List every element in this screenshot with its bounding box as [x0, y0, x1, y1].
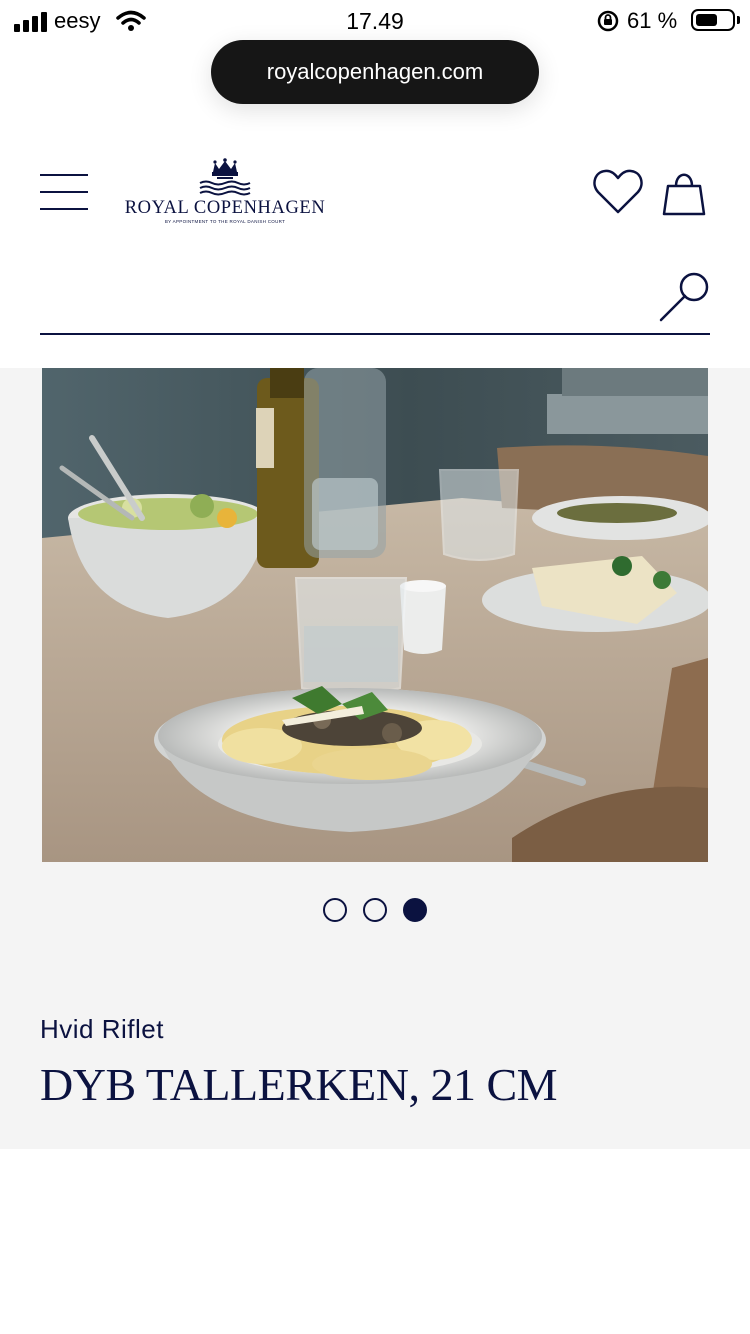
battery-tip	[737, 16, 740, 24]
search-icon[interactable]	[658, 270, 712, 324]
battery-percentage: 61 %	[627, 8, 678, 33]
carousel-dot-3[interactable]	[403, 898, 427, 922]
product-image[interactable]	[42, 368, 708, 862]
carousel-indicators	[0, 898, 750, 922]
crown-waves-icon	[199, 158, 251, 196]
carousel-dot-1[interactable]	[323, 898, 347, 922]
carousel-dot-2[interactable]	[363, 898, 387, 922]
product-collection[interactable]: Hvid Riflet	[40, 1014, 164, 1045]
url-bar[interactable]: royalcopenhagen.com	[211, 40, 539, 104]
brand-name: ROYAL COPENHAGEN	[124, 198, 326, 218]
product-photo	[42, 368, 708, 862]
brand-logo[interactable]: ROYAL COPENHAGEN BY APPOINTMENT TO THE R…	[116, 158, 334, 228]
heart-icon[interactable]	[592, 168, 644, 216]
rotation-lock-icon	[597, 10, 619, 32]
shopping-bag-icon[interactable]	[660, 166, 708, 218]
brand-subtitle: BY APPOINTMENT TO THE ROYAL DANISH COURT	[164, 219, 286, 224]
url-text: royalcopenhagen.com	[266, 59, 484, 84]
hamburger-icon[interactable]	[40, 172, 88, 212]
product-title: DYB TALLERKEN, 21 CM	[40, 1059, 558, 1110]
search-input[interactable]	[40, 262, 640, 322]
product-section: Hvid Riflet DYB TALLERKEN, 21 CM	[0, 368, 750, 1149]
battery-icon	[691, 9, 735, 31]
status-bar: eesy 17.49 61 %	[0, 0, 750, 40]
battery-level	[696, 14, 717, 26]
search-underline	[40, 333, 710, 335]
